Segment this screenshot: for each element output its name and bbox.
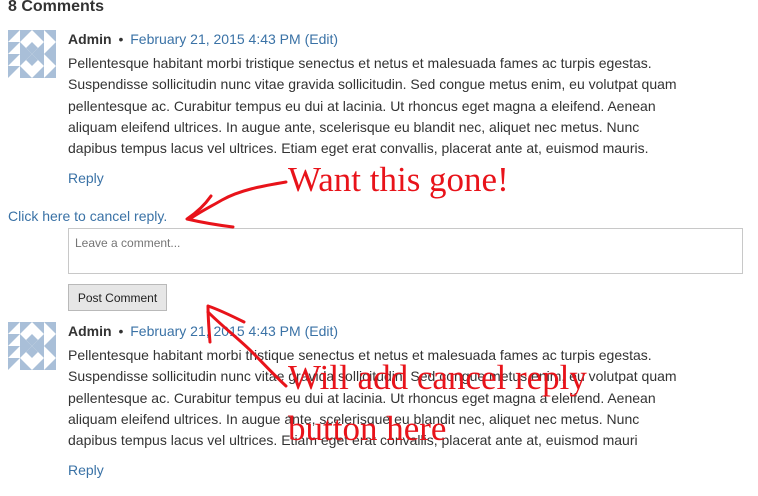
comment-meta: Admin • February 21, 2015 4:43 PM (Edit) <box>68 323 338 339</box>
comment-meta: Admin • February 21, 2015 4:43 PM (Edit) <box>68 31 338 47</box>
comment-text-line: aliquam eleifend ultrices. In augue ante… <box>68 118 640 135</box>
comment-author: Admin <box>68 323 112 339</box>
comment-text-line: Suspendisse sollicitudin nunc vitae grav… <box>68 76 677 93</box>
comment-textarea[interactable] <box>68 228 743 274</box>
annotation-text-bottom-line2: button here <box>288 409 447 448</box>
comment-date-link[interactable]: February 21, 2015 4:43 PM <box>130 323 300 339</box>
annotation-text-top: Want this gone! <box>288 160 509 199</box>
comment-text-line: pellentesque ac. Curabitur tempus eu dui… <box>68 97 656 114</box>
reply-link[interactable]: Reply <box>68 170 104 186</box>
identicon-avatar-icon[interactable] <box>8 30 56 78</box>
comment-author: Admin <box>68 31 112 47</box>
edit-link[interactable]: (Edit) <box>305 31 338 47</box>
comment-text-line: Pellentesque habitant morbi tristique se… <box>68 55 652 71</box>
reply-link[interactable]: Reply <box>68 462 104 478</box>
annotation-text-bottom-line1: Will add cancel reply <box>288 358 587 397</box>
identicon-avatar-icon[interactable] <box>8 322 56 370</box>
cancel-reply-link[interactable]: Click here to cancel reply. <box>8 208 167 224</box>
comment: Admin • February 21, 2015 4:43 PM (Edit)… <box>8 322 750 494</box>
post-comment-button[interactable]: Post Comment <box>68 284 167 311</box>
edit-link[interactable]: (Edit) <box>305 323 338 339</box>
meta-separator: • <box>118 323 124 339</box>
comments-heading: 8 Comments <box>8 0 105 15</box>
comment-text-line: dapibus tempus lacus vel ultrices. Etiam… <box>68 140 649 157</box>
comment-body: Pellentesque habitant morbi tristique se… <box>68 53 746 159</box>
comment-date-link[interactable]: February 21, 2015 4:43 PM <box>130 31 300 47</box>
meta-separator: • <box>118 31 124 47</box>
